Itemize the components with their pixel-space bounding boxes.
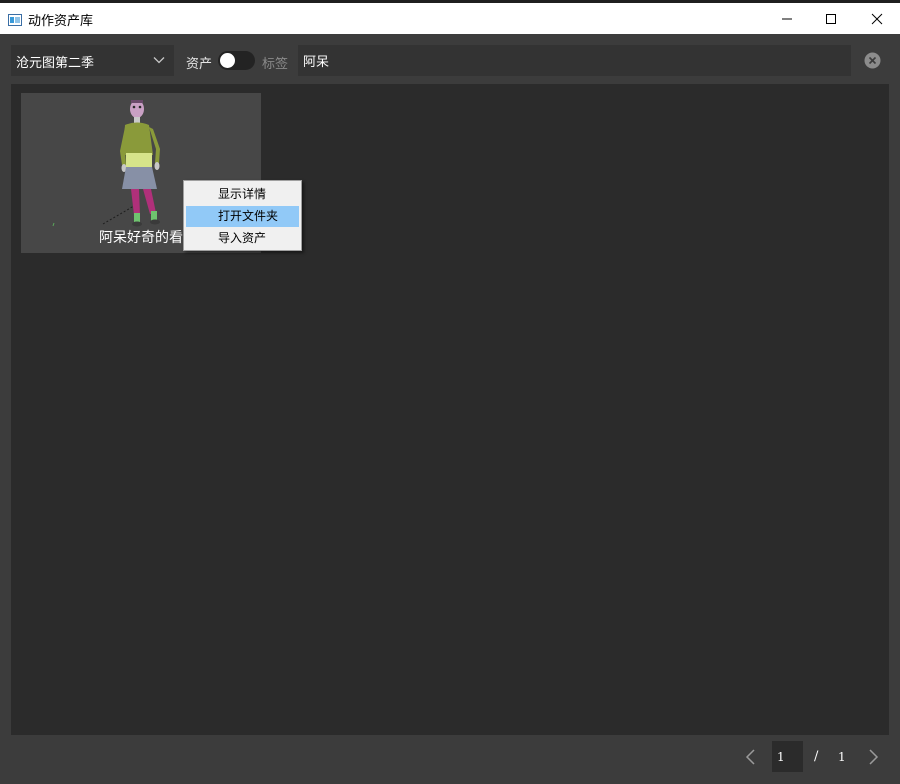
minimize-icon — [782, 18, 792, 19]
chevron-right-icon[interactable] — [866, 749, 880, 765]
page-total: 1 — [838, 750, 846, 764]
project-select-value: 沧元图第二季 — [16, 56, 95, 71]
menu-item-show-details[interactable]: 显示详情 — [186, 184, 299, 205]
search-input[interactable] — [298, 45, 851, 76]
toggle-label-asset: 资产 — [186, 57, 213, 72]
page-number-input[interactable] — [772, 741, 803, 772]
asset-grid: 阿呆好奇的看 — [11, 84, 889, 735]
project-select[interactable]: 沧元图第二季 — [11, 45, 174, 76]
title-bar: 动作资产库 — [0, 0, 900, 34]
chevron-down-icon — [153, 57, 165, 64]
clear-circle-icon[interactable] — [864, 52, 881, 69]
pagination: / 1 — [0, 735, 900, 784]
context-menu: 显示详情 打开文件夹 导入资产 — [183, 180, 302, 251]
minimize-button[interactable] — [764, 3, 810, 34]
app-window-icon — [8, 11, 22, 26]
menu-item-open-folder[interactable]: 打开文件夹 — [186, 206, 299, 227]
window-title: 动作资产库 — [28, 14, 94, 29]
toolbar: 沧元图第二季 资产 标签 — [0, 34, 900, 84]
close-button[interactable] — [854, 3, 900, 34]
toggle-label-tag: 标签 — [262, 57, 289, 72]
asset-tag-toggle[interactable] — [218, 51, 255, 70]
menu-item-import-asset[interactable]: 导入资产 — [186, 228, 299, 249]
close-icon — [871, 13, 883, 24]
maximize-icon — [826, 13, 836, 24]
maximize-button[interactable] — [808, 3, 854, 34]
search-box — [298, 45, 851, 76]
chevron-left-icon[interactable] — [744, 749, 758, 765]
page-input-box — [772, 741, 803, 772]
toggle-knob — [220, 53, 235, 68]
page-separator: / — [814, 749, 819, 764]
